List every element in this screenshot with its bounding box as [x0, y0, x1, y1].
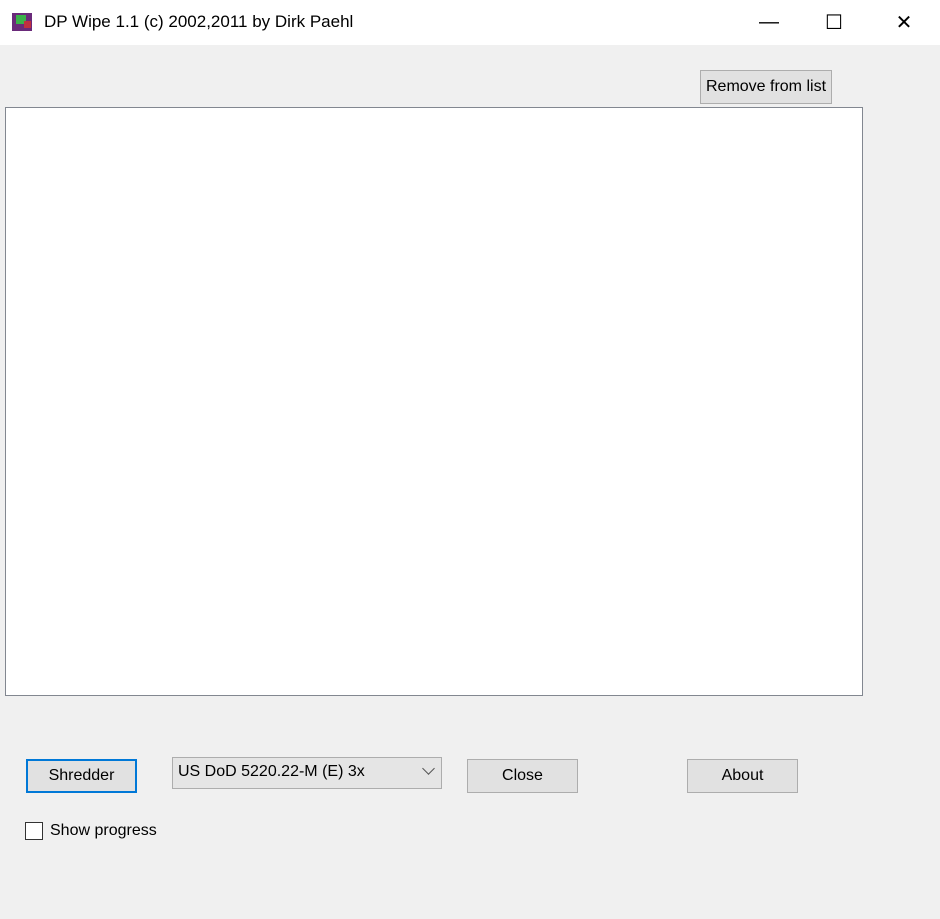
show-progress-checkbox[interactable]: [25, 822, 43, 840]
chevron-down-icon: [422, 762, 435, 775]
close-button[interactable]: Close: [467, 759, 578, 793]
window-title: DP Wipe 1.1 (c) 2002,2011 by Dirk Paehl: [44, 12, 354, 31]
shredder-button[interactable]: Shredder: [26, 759, 137, 793]
remove-from-list-button[interactable]: Remove from list: [700, 70, 832, 104]
file-list[interactable]: [5, 107, 863, 696]
app-icon: [12, 13, 32, 31]
minimize-button[interactable]: —: [746, 0, 792, 45]
wipe-method-select[interactable]: US DoD 5220.22-M (E) 3x: [172, 757, 442, 789]
minimize-icon: —: [759, 11, 779, 33]
about-button[interactable]: About: [687, 759, 798, 793]
title-bar: DP Wipe 1.1 (c) 2002,2011 by Dirk Paehl …: [0, 0, 940, 45]
wipe-method-value: US DoD 5220.22-M (E) 3x: [178, 763, 365, 780]
maximize-button[interactable]: ☐: [811, 0, 857, 45]
show-progress-label[interactable]: Show progress: [50, 822, 157, 840]
close-icon: ✕: [895, 12, 913, 34]
close-window-button[interactable]: ✕: [881, 0, 927, 45]
maximize-icon: ☐: [825, 12, 843, 34]
